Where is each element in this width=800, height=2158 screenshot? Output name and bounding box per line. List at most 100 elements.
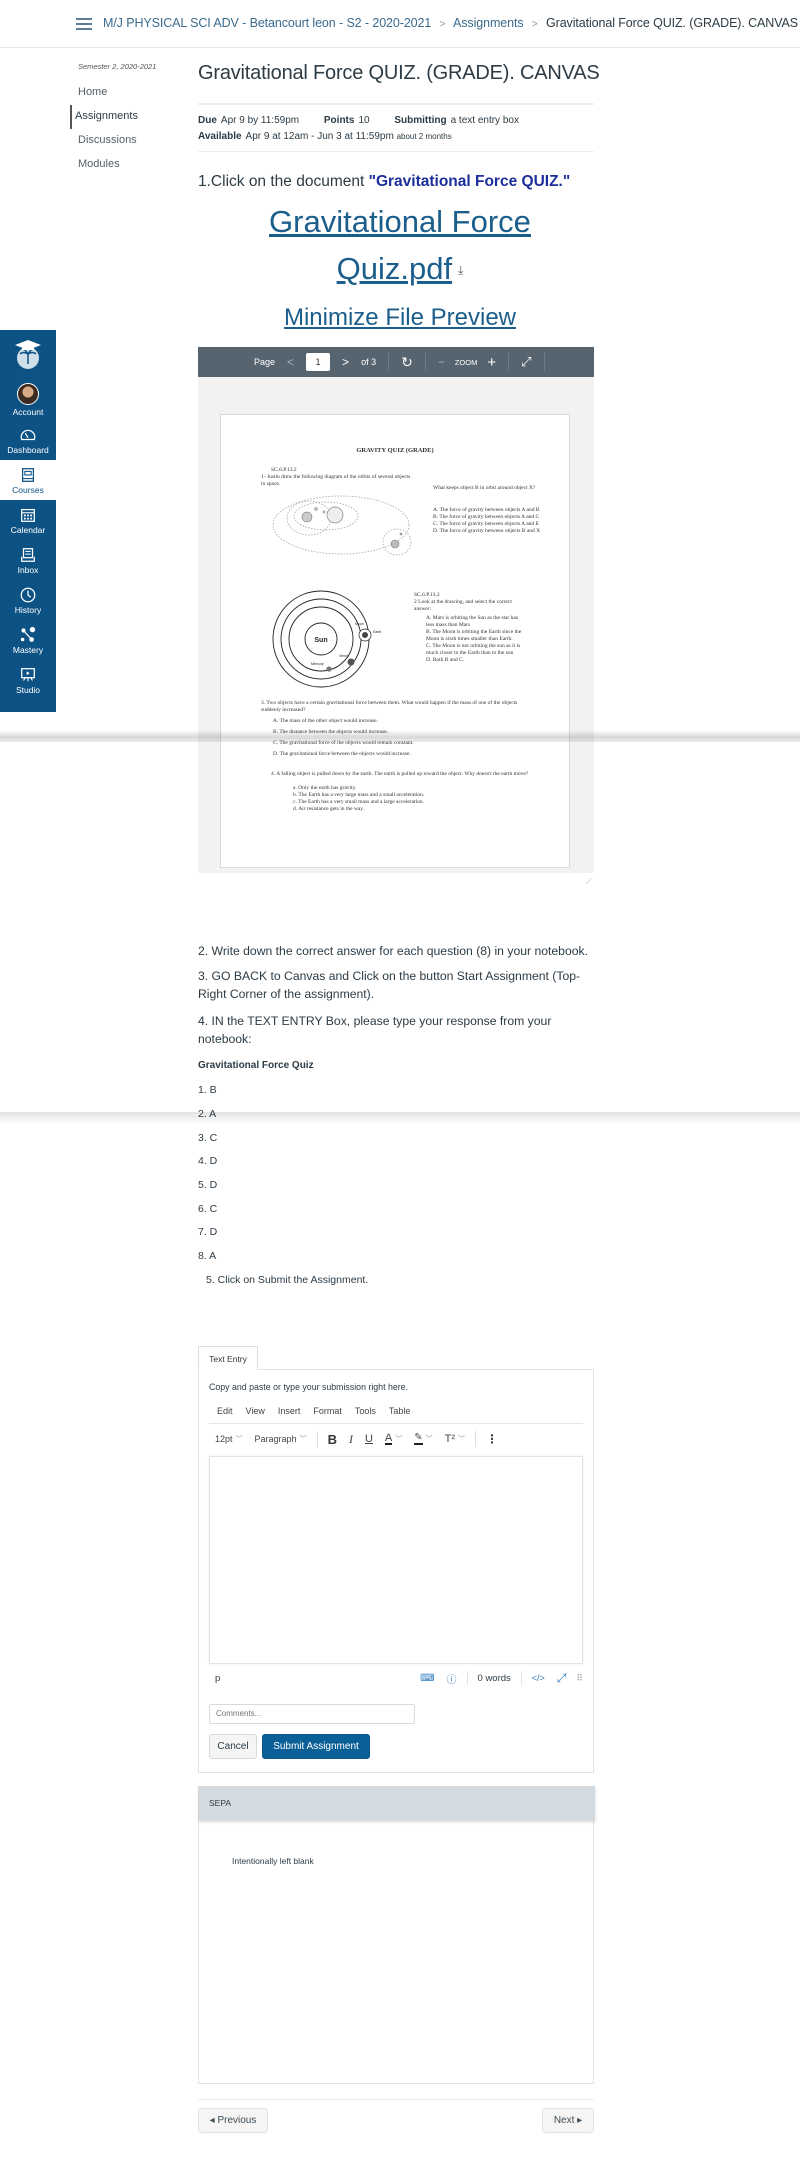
submission-form: Copy and paste or type your submission r… — [198, 1369, 594, 1773]
global-nav-history[interactable]: History — [0, 580, 56, 620]
points-label: Points — [323, 115, 355, 126]
chevron-down-icon: ﹀ — [458, 1436, 466, 1443]
course-nav-home[interactable]: Home — [70, 81, 180, 105]
due-value: Apr 9 by 11:59pm — [220, 115, 300, 126]
html-editor-icon[interactable]: </> — [532, 1673, 545, 1683]
breadcrumb-assignments[interactable]: Assignments — [453, 16, 524, 30]
global-nav-inbox[interactable]: Inbox — [0, 540, 56, 580]
bold-icon[interactable]: B — [322, 1432, 343, 1447]
file-link-line-2[interactable]: Quiz.pdf — [337, 251, 452, 286]
previous-button[interactable]: ◂ Previous — [198, 2108, 268, 2133]
download-icon[interactable]: ⤓ — [458, 263, 463, 277]
course-nav-discussions[interactable]: Discussions — [70, 129, 180, 153]
next-button[interactable]: Next ▸ — [542, 2108, 594, 2133]
divider — [508, 353, 510, 371]
pdf-prev-page-icon[interactable]: < — [287, 355, 294, 369]
highlight-color-button[interactable]: ✎ ﹀ — [408, 1433, 438, 1445]
pdf-q1-option: A. The force of gravity between objects … — [433, 507, 540, 513]
pdf-page: GRAVITY QUIZ (GRADE) SC.6.P.13.2 1- Just… — [220, 414, 570, 868]
global-nav-mastery[interactable]: Mastery — [0, 620, 56, 660]
answer-item: 1. B — [198, 1084, 217, 1096]
assignment-details: Due Apr 9 by 11:59pm Points 10 Submitting a… — [198, 113, 519, 145]
pdf-zoom-out-icon[interactable]: − — [438, 355, 445, 369]
quiz-answers-heading: Gravitational Force Quiz — [198, 1060, 314, 1071]
rich-text-editor[interactable] — [209, 1456, 583, 1664]
submitting-label: Submitting — [394, 115, 447, 126]
more-options-icon[interactable]: ⋮ — [480, 1432, 504, 1446]
courses-icon — [21, 467, 35, 482]
pdf-q4-options: a. Only the earth has gravity. b. The Ea… — [293, 785, 533, 813]
breadcrumb-course[interactable]: M/J PHYSICAL SCI ADV - Betancourt leon -… — [103, 16, 431, 30]
divider — [424, 353, 426, 371]
file-link-line-1[interactable]: Gravitational Force — [198, 204, 602, 240]
mastery-icon — [20, 626, 36, 642]
venus-label: Venus — [339, 654, 349, 658]
comments-input[interactable] — [209, 1704, 415, 1724]
global-nav-studio[interactable]: Studio — [0, 660, 56, 700]
pdf-rotate-icon[interactable]: ↻ — [401, 354, 413, 371]
underline-icon[interactable]: U — [359, 1433, 379, 1445]
pdf-q1-option: C. The force of gravity between objects … — [433, 521, 539, 527]
global-nav-calendar[interactable]: Calendar — [0, 500, 56, 540]
menu-format[interactable]: Format — [305, 1404, 347, 1423]
pdf-q2-option: C. The Moon is not orbiting the sun as i… — [426, 643, 521, 656]
accessibility-checker-icon[interactable]: ⓘ — [447, 1671, 457, 1686]
answer-item: 7. D — [198, 1226, 218, 1238]
available-value: Apr 9 at 12am - Jun 3 at 11:59pm — [245, 131, 394, 142]
menu-tools[interactable]: Tools — [347, 1404, 381, 1423]
text-color-button[interactable]: A ﹀ — [379, 1433, 408, 1445]
instruction-step-4: 4. IN the TEXT ENTRY Box, please type yo… — [198, 1014, 552, 1046]
global-nav-courses[interactable]: Courses — [0, 460, 56, 500]
menu-edit[interactable]: Edit — [209, 1404, 238, 1423]
pdf-page-input[interactable] — [306, 353, 331, 371]
highlight-icon: ✎ — [414, 1432, 423, 1445]
submit-assignment-button[interactable]: Submit Assignment — [262, 1734, 370, 1759]
divider — [466, 1671, 468, 1685]
global-nav-label: Studio — [15, 684, 41, 695]
pdf-q2-option: D. Both B and C. — [426, 657, 465, 663]
block-format-dropdown[interactable]: Paragraph ﹀ — [249, 1434, 313, 1444]
minimize-file-preview-link[interactable]: Minimize File Preview — [198, 304, 602, 332]
sun-label: Sun — [314, 637, 327, 644]
school-logo-icon — [15, 340, 41, 369]
submission-hint: Copy and paste or type your submission r… — [209, 1382, 409, 1392]
keyboard-shortcuts-icon[interactable]: ⌨ — [420, 1673, 434, 1684]
sepa-header: SEPA — [199, 1786, 595, 1820]
global-nav-account[interactable]: Account — [0, 380, 56, 420]
divider — [520, 1671, 522, 1685]
global-nav-label: Dashboard — [7, 444, 49, 455]
answer-item: 3. C — [198, 1132, 218, 1144]
cancel-button[interactable]: Cancel — [209, 1734, 257, 1759]
pdf-next-page-icon[interactable]: > — [342, 355, 349, 369]
hamburger-menu-icon[interactable] — [76, 18, 92, 30]
menu-table[interactable]: Table — [381, 1404, 416, 1423]
orbit-diagram — [272, 495, 412, 556]
pdf-preview-area[interactable]: GRAVITY QUIZ (GRADE) SC.6.P.13.2 1- Just… — [198, 377, 594, 873]
pdf-q1-code: SC.6.P.13.2 — [271, 467, 297, 473]
school-logo[interactable] — [0, 330, 56, 380]
font-size-dropdown[interactable]: 12pt ﹀ — [209, 1434, 249, 1444]
course-nav-assignments[interactable]: Assignments — [70, 105, 180, 129]
font-size-value: 12pt — [215, 1434, 233, 1444]
word-count[interactable]: 0 words — [478, 1673, 511, 1684]
fullscreen-icon[interactable]: ⤢ — [557, 1671, 567, 1686]
pdf-q2-options: A. Mars is orbiting the Sun as the star … — [426, 615, 526, 664]
calendar-icon — [21, 508, 35, 522]
menu-view[interactable]: View — [238, 1404, 270, 1423]
instruction-step-5: 5. Click on Submit the Assignment. — [206, 1274, 369, 1286]
resize-handle-icon[interactable]: ⟋ — [586, 877, 594, 886]
global-nav-dashboard[interactable]: Dashboard — [0, 420, 56, 460]
tab-text-entry[interactable]: Text Entry — [198, 1346, 258, 1370]
mercury-label: Mercury — [311, 662, 324, 666]
pdf-q3-option: C. The gravitational force of the object… — [273, 740, 414, 746]
page-title: Gravitational Force QUIZ. (GRADE). CANVA… — [198, 62, 600, 84]
resize-handle-icon[interactable]: ⠿ — [576, 1673, 583, 1684]
pdf-q1-option: B. The force of gravity between objects … — [433, 514, 540, 520]
course-nav-modules[interactable]: Modules — [70, 153, 180, 177]
italic-icon[interactable]: I — [343, 1432, 359, 1447]
pdf-fullscreen-icon[interactable]: ⤢ — [521, 354, 531, 370]
superscript-icon: T² — [444, 1433, 456, 1445]
pdf-zoom-in-icon[interactable]: + — [487, 354, 496, 371]
superscript-button[interactable]: T² ﹀ — [439, 1433, 471, 1445]
menu-insert[interactable]: Insert — [270, 1404, 306, 1423]
